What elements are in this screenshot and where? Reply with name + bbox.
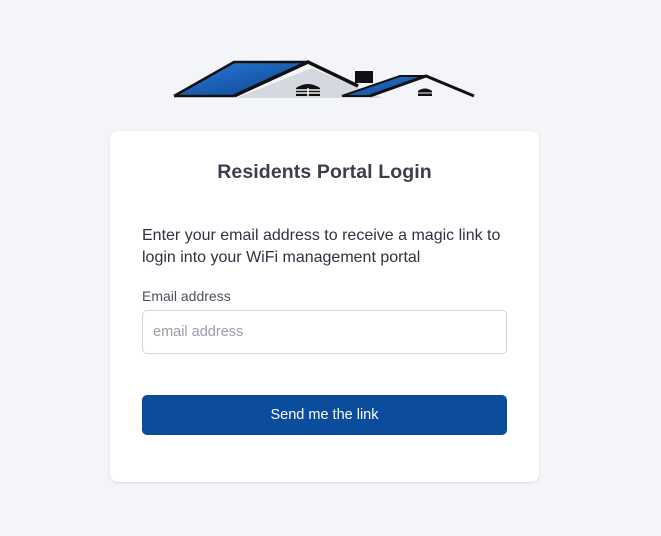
page-title: Residents Portal Login	[217, 161, 432, 183]
send-link-button[interactable]: Send me the link	[142, 395, 507, 435]
login-instructions: Enter your email address to receive a ma…	[142, 227, 501, 266]
email-field[interactable]	[142, 310, 507, 354]
houses-roof-logo-icon	[173, 60, 475, 98]
login-page: Residents Portal Login Enter your email …	[0, 0, 661, 536]
email-label: Email address	[142, 288, 231, 304]
login-card: Residents Portal Login Enter your email …	[110, 131, 539, 482]
